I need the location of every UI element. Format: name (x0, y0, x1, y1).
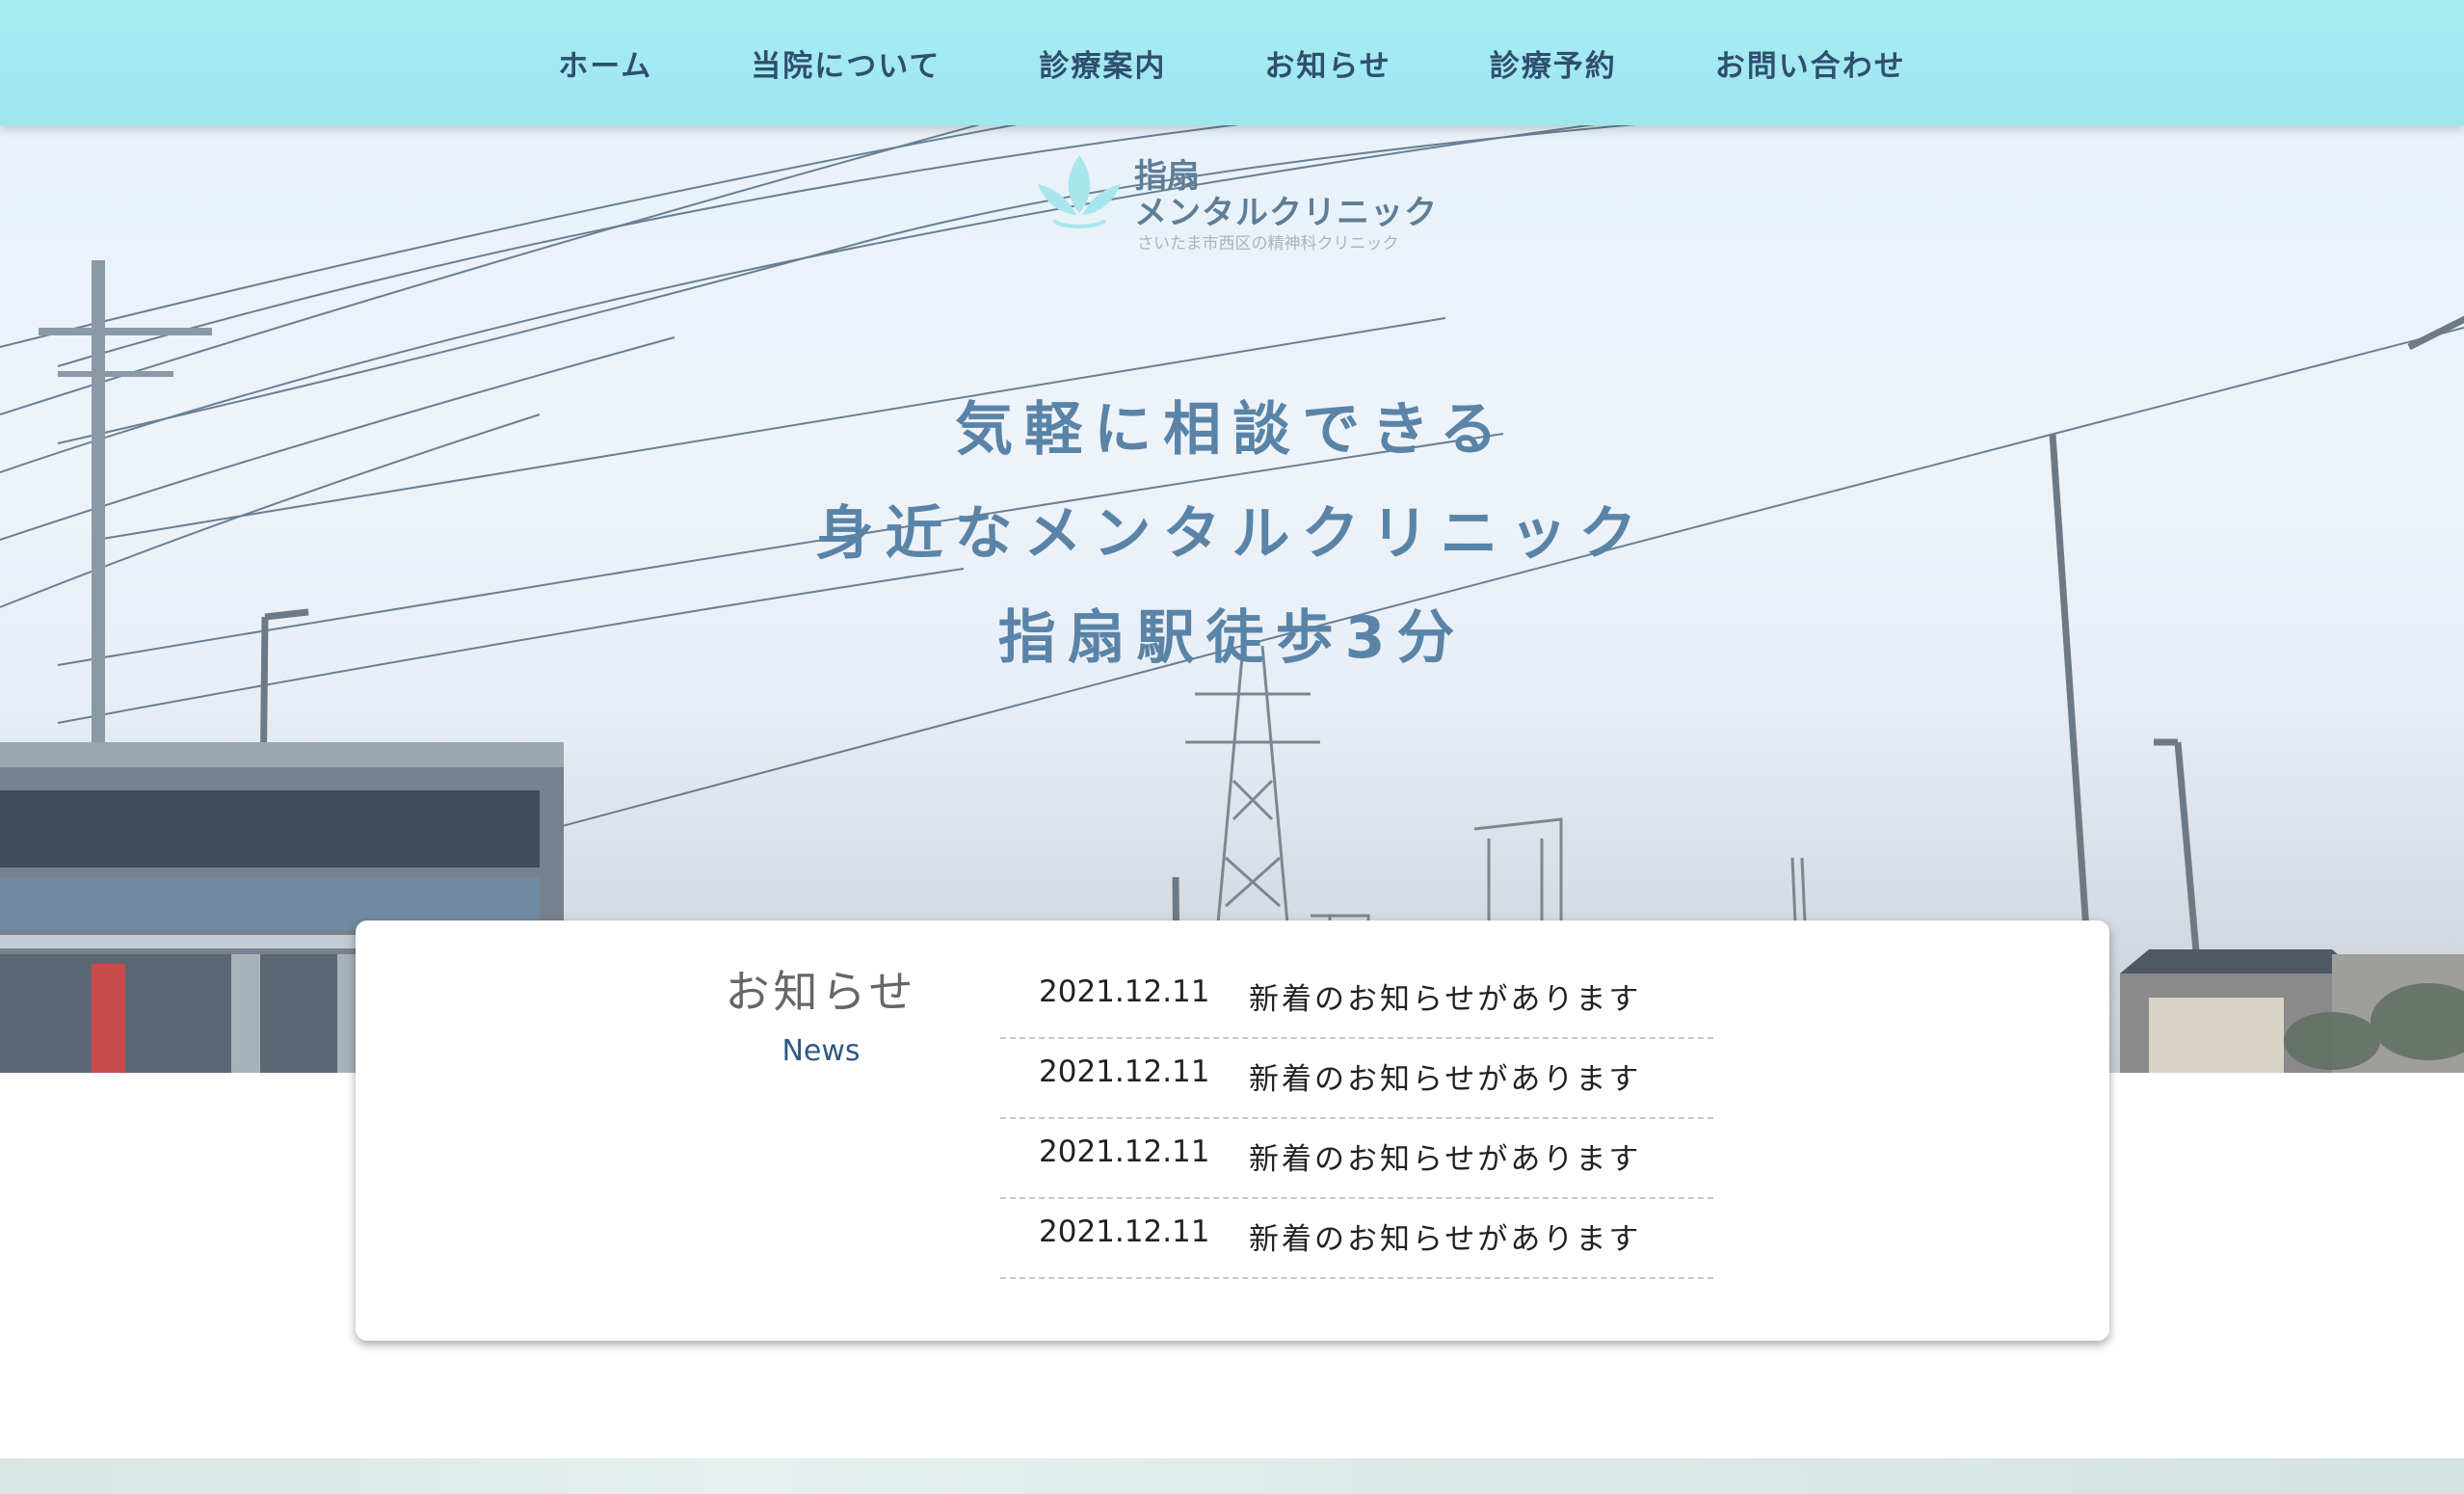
news-date: 2021.12.11 (1039, 1134, 1210, 1169)
nav-item-about[interactable]: 当院について (751, 41, 941, 85)
nav-item-home[interactable]: ホーム (558, 41, 652, 85)
news-item[interactable]: 2021.12.11 新着のお知らせがあります (1000, 959, 1713, 1039)
news-link[interactable]: 新着のお知らせがあります (1249, 1214, 1641, 1258)
nav-item-contact[interactable]: お問い合わせ (1715, 41, 1906, 85)
lotus-leaf-icon (1038, 155, 1121, 228)
news-link[interactable]: 新着のお知らせがあります (1249, 974, 1641, 1018)
next-section-image (0, 1458, 2464, 1494)
news-item[interactable]: 2021.12.11 新着のお知らせがあります (1000, 1039, 1713, 1119)
news-heading: お知らせ News (725, 957, 917, 1068)
news-title: お知らせ (725, 966, 917, 1018)
hero-headline: 気軽に相談できる 身近なメンタルクリニック 指扇駅徒歩3分 (0, 378, 2464, 690)
nav-item-services[interactable]: 診療案内 (1039, 41, 1166, 85)
news-link[interactable]: 新着のお知らせがあります (1249, 1134, 1641, 1178)
clinic-logo[interactable]: 指扇 メンタルクリニック さいたま市西区の精神科クリニック (1036, 149, 1441, 255)
page: ホーム 当院について 診療案内 お知らせ 診療予約 お問い合わせ 指扇 メンタル… (0, 0, 2464, 1494)
news-date: 2021.12.11 (1039, 1054, 1210, 1089)
nav-item-reservation[interactable]: 診療予約 (1490, 41, 1617, 85)
news-date: 2021.12.11 (1039, 974, 1210, 1009)
news-item[interactable]: 2021.12.11 新着のお知らせがあります (1000, 1119, 1713, 1199)
top-navbar: ホーム 当院について 診療案内 お知らせ 診療予約 お問い合わせ (0, 0, 2464, 125)
news-card: お知らせ News 2021.12.11 新着のお知らせがあります 2021.1… (356, 920, 2109, 1341)
nav-item-news[interactable]: お知らせ (1264, 41, 1391, 85)
hero-line-2: 身近なメンタルクリニック (815, 500, 1649, 568)
news-date: 2021.12.11 (1039, 1214, 1210, 1249)
news-item[interactable]: 2021.12.11 新着のお知らせがあります (1000, 1199, 1713, 1279)
logo-name-line2: メンタルクリニック (1134, 194, 1438, 232)
logo-tagline: さいたま市西区の精神科クリニック (1137, 234, 1399, 253)
news-link[interactable]: 新着のお知らせがあります (1249, 1054, 1641, 1098)
main-nav: ホーム 当院について 診療案内 お知らせ 診療予約 お問い合わせ (0, 0, 2464, 125)
hero-line-3: 指扇駅徒歩3分 (997, 604, 1467, 672)
news-list: 2021.12.11 新着のお知らせがあります 2021.12.11 新着のお知… (1000, 959, 1713, 1279)
news-subtitle: News (782, 1034, 861, 1068)
hero-line-1: 気軽に相談できる (955, 396, 1509, 464)
